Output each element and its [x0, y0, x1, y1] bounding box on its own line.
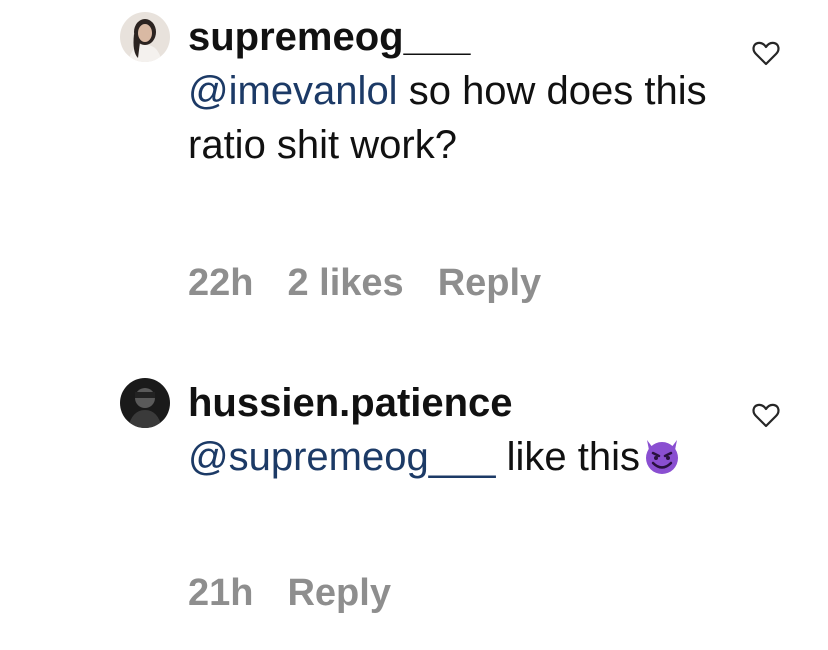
- username[interactable]: supremeog___: [188, 15, 470, 59]
- timestamp: 22h: [188, 262, 254, 304]
- mention-link[interactable]: @supremeog___: [188, 435, 495, 479]
- reply-button[interactable]: Reply: [438, 262, 541, 305]
- smiling-devil-emoji-icon: [645, 440, 678, 474]
- comment-body: supremeog___ @imevanlol so how does this…: [188, 10, 728, 172]
- mention-link[interactable]: @imevanlol: [188, 69, 398, 113]
- avatar[interactable]: [120, 378, 170, 428]
- heart-outline-icon[interactable]: [752, 40, 780, 66]
- comment-body: hussien.patience @supremeog___ like this: [188, 376, 728, 484]
- profile-photo-woman-icon: [120, 12, 170, 62]
- reply-button[interactable]: Reply: [287, 572, 390, 615]
- likes-count[interactable]: 2 likes: [287, 262, 403, 305]
- timestamp: 21h: [188, 572, 254, 614]
- comment-meta: 22h 2 likes Reply: [188, 262, 575, 305]
- heart-outline-icon[interactable]: [752, 402, 780, 428]
- comment-text: like this: [506, 435, 640, 479]
- avatar[interactable]: [120, 12, 170, 62]
- comment-meta: 21h Reply: [188, 572, 425, 615]
- username[interactable]: hussien.patience: [188, 381, 513, 425]
- profile-photo-dark-icon: [120, 378, 170, 428]
